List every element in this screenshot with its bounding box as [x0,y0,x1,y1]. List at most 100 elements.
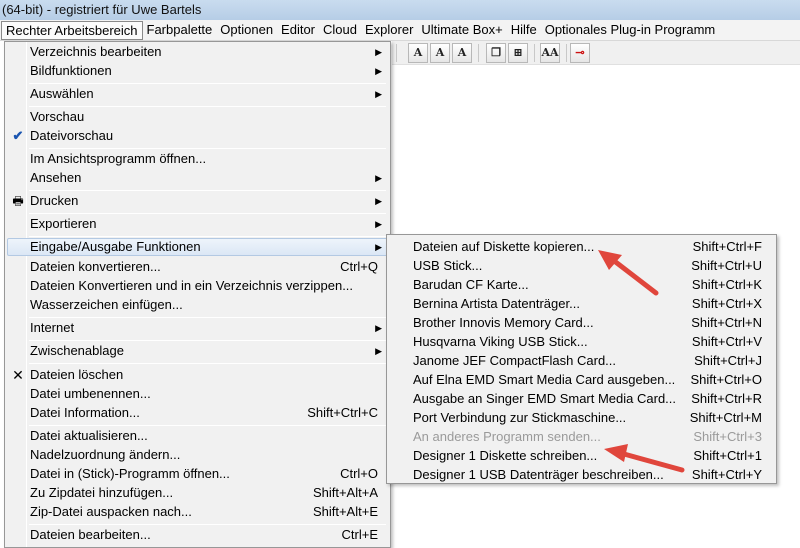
submenu-item-husqvarna-viking[interactable]: Husqvarna Viking USB Stick... Shift+Ctrl… [389,333,774,351]
menu-item-zip-datei-auspacken[interactable]: Zip-Datei auspacken nach... Shift+Alt+E [7,503,388,521]
menu-item-internet[interactable]: Internet ▶ [7,319,388,337]
submenu-item-label: Barudan CF Karte... [413,277,529,292]
menu-item-zu-zipdatei-hinzufuegen[interactable]: Zu Zipdatei hinzufügen... Shift+Alt+A [7,484,388,502]
menu-item-dateien-bearbeiten[interactable]: Dateien bearbeiten... Ctrl+E [7,526,388,544]
submenu-item-brother-innovis[interactable]: Brother Innovis Memory Card... Shift+Ctr… [389,314,774,332]
menu-item-bildfunktionen[interactable]: Bildfunktionen ▶ [7,62,388,80]
menu-item-shortcut: Shift+Alt+A [312,485,378,500]
key-icon[interactable]: ⊸ [570,43,590,63]
submenu-item-label: Brother Innovis Memory Card... [413,315,594,330]
submenu-item-shortcut: Shift+Ctrl+J [694,353,762,368]
menu-explorer[interactable]: Explorer [361,21,417,40]
submenu-arrow-icon: ▶ [375,242,382,252]
submenu-item-shortcut: Shift+Ctrl+1 [693,448,762,463]
menu-item-label: Wasserzeichen einfügen... [30,297,183,312]
submenu-item-designer1-usb[interactable]: Designer 1 USB Datenträger beschreiben..… [389,466,774,484]
submenu-item-port-verbindung[interactable]: Port Verbindung zur Stickmaschine... Shi… [389,409,774,427]
menu-optionen[interactable]: Optionen [216,21,277,40]
menu-item-dateien-loeschen[interactable]: ✕ Dateien löschen [7,366,388,384]
submenu-item-elna-emd[interactable]: Auf Elna EMD Smart Media Card ausgeben..… [389,371,774,389]
submenu-item-usb-stick[interactable]: USB Stick... Shift+Ctrl+U [389,257,774,275]
menu-item-label: Datei umbenennen... [30,386,151,401]
menu-item-dateivorschau[interactable]: ✔ Dateivorschau [7,127,388,145]
menu-item-datei-in-programm-oeffnen[interactable]: Datei in (Stick)-Programm öffnen... Ctrl… [7,465,388,483]
dropdown-menu-rechter-arbeitsbereich: Verzeichnis bearbeiten ▶ Bildfunktionen … [4,41,391,548]
menu-separator [29,524,386,525]
copy-icon[interactable]: ❐ [486,43,506,63]
menu-separator [29,340,386,341]
menu-separator [29,425,386,426]
submenu-arrow-icon: ▶ [375,323,382,333]
tree-icon[interactable]: ⊞ [508,43,528,63]
menu-editor[interactable]: Editor [277,21,319,40]
menu-separator [29,363,386,364]
menu-ultimate-box[interactable]: Ultimate Box+ [417,21,506,40]
menu-item-im-ansichtsprogramm-oeffnen[interactable]: Im Ansichtsprogramm öffnen... [7,150,388,168]
menu-item-eingabe-ausgabe-funktionen[interactable]: Eingabe/Ausgabe Funktionen ▶ [7,238,388,256]
menu-item-konvertieren-verzippen[interactable]: Dateien Konvertieren und in ein Verzeich… [7,277,388,295]
submenu-item-shortcut: Shift+Ctrl+U [691,258,762,273]
submenu-item-barudan-cf[interactable]: Barudan CF Karte... Shift+Ctrl+K [389,276,774,294]
menu-item-nadelzuordnung-aendern[interactable]: Nadelzuordnung ändern... [7,446,388,464]
window-title-bar: (64-bit) - registriert für Uwe Bartels [0,0,800,20]
menu-bar: Rechter Arbeitsbereich Farbpalette Optio… [0,20,800,41]
submenu-item-shortcut: Shift+Ctrl+O [690,372,762,387]
menu-item-exportieren[interactable]: Exportieren ▶ [7,215,388,233]
submenu-item-shortcut: Shift+Ctrl+R [691,391,762,406]
submenu-item-diskette-kopieren[interactable]: Dateien auf Diskette kopieren... Shift+C… [389,238,774,256]
menu-item-label: Vorschau [30,109,85,124]
menu-item-datei-information[interactable]: Datei Information... Shift+Ctrl+C [7,404,388,422]
menu-item-verzeichnis-bearbeiten[interactable]: Verzeichnis bearbeiten ▶ [7,43,388,61]
menu-separator [29,190,386,191]
submenu-item-label: Auf Elna EMD Smart Media Card ausgeben..… [413,372,676,387]
submenu-arrow-icon: ▶ [375,66,382,76]
menu-cloud[interactable]: Cloud [319,21,361,40]
menu-hilfe[interactable]: Hilfe [507,21,541,40]
submenu-item-bernina-artista[interactable]: Bernina Artista Datenträger... Shift+Ctr… [389,295,774,313]
menu-separator [29,83,386,84]
menu-item-drucken[interactable]: 🖶 Drucken ▶ [7,192,388,210]
menu-farbpalette[interactable]: Farbpalette [143,21,217,40]
menu-rechter-arbeitsbereich[interactable]: Rechter Arbeitsbereich [1,20,143,40]
menu-item-datei-aktualisieren[interactable]: Datei aktualisieren... [7,427,388,445]
submenu-arrow-icon: ▶ [375,346,382,356]
menu-item-shortcut: Ctrl+E [341,527,378,542]
menu-item-dateien-konvertieren[interactable]: Dateien konvertieren... Ctrl+Q [7,258,388,276]
menu-item-label: Zu Zipdatei hinzufügen... [30,485,174,500]
menu-item-auswaehlen[interactable]: Auswählen ▶ [7,85,388,103]
submenu-item-shortcut: Shift+Ctrl+N [691,315,762,330]
menu-item-ansehen[interactable]: Ansehen ▶ [7,169,388,187]
submenu-item-label: Dateien auf Diskette kopieren... [413,239,595,254]
menu-item-wasserzeichen-einfuegen[interactable]: Wasserzeichen einfügen... [7,296,388,314]
text-style-a-button[interactable]: A [408,43,428,63]
menu-separator [29,236,386,237]
submenu-item-label: Husqvarna Viking USB Stick... [413,334,588,349]
submenu-item-designer1-diskette[interactable]: Designer 1 Diskette schreiben... Shift+C… [389,447,774,465]
menu-separator [29,148,386,149]
menu-item-label: Eingabe/Ausgabe Funktionen [30,239,201,254]
menu-item-label: Dateien bearbeiten... [30,527,151,542]
menu-item-label: Datei aktualisieren... [30,428,148,443]
menu-item-label: Exportieren [30,216,97,231]
menu-optionales-plugin[interactable]: Optionales Plug-in Programm [541,21,720,40]
menu-item-label: Zwischenablage [30,343,124,358]
submenu-item-singer-emd[interactable]: Ausgabe an Singer EMD Smart Media Card..… [389,390,774,408]
text-style-b-button[interactable]: A [430,43,450,63]
font-size-icon[interactable]: AA [540,43,560,63]
submenu-item-label: Port Verbindung zur Stickmaschine... [413,410,627,425]
menu-item-vorschau[interactable]: Vorschau [7,108,388,126]
menu-item-zwischenablage[interactable]: Zwischenablage ▶ [7,342,388,360]
submenu-item-label: USB Stick... [413,258,483,273]
menu-item-label: Dateien löschen [30,367,124,382]
menu-item-datei-umbenennen[interactable]: Datei umbenennen... [7,385,388,403]
menu-item-label: Nadelzuordnung ändern... [30,447,181,462]
menu-item-label: Datei in (Stick)-Programm öffnen... [30,466,230,481]
submenu-item-shortcut: Shift+Ctrl+V [691,334,762,349]
text-style-c-button[interactable]: A [452,43,472,63]
submenu-item-janome-jef[interactable]: Janome JEF CompactFlash Card... Shift+Ct… [389,352,774,370]
submenu-item-label: Designer 1 Diskette schreiben... [413,448,598,463]
menu-item-label: Internet [30,320,75,335]
checkmark-icon: ✔ [12,128,24,143]
window-title: (64-bit) - registriert für Uwe Bartels [2,2,202,17]
submenu-item-shortcut: Shift+Ctrl+Y [691,467,762,482]
